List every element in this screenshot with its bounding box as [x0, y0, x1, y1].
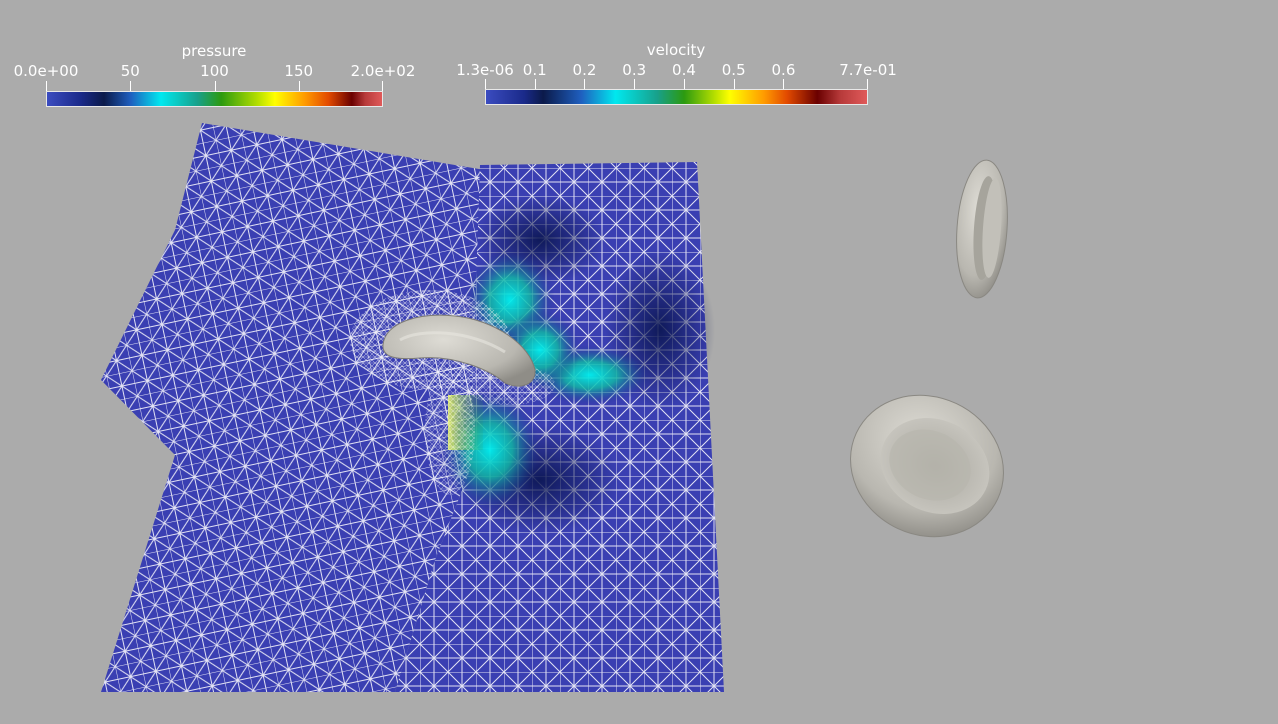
render-viewport[interactable]	[0, 0, 1278, 724]
red-blood-cell-tilted	[850, 394, 1004, 538]
red-blood-cell-edge-on	[956, 159, 1008, 299]
